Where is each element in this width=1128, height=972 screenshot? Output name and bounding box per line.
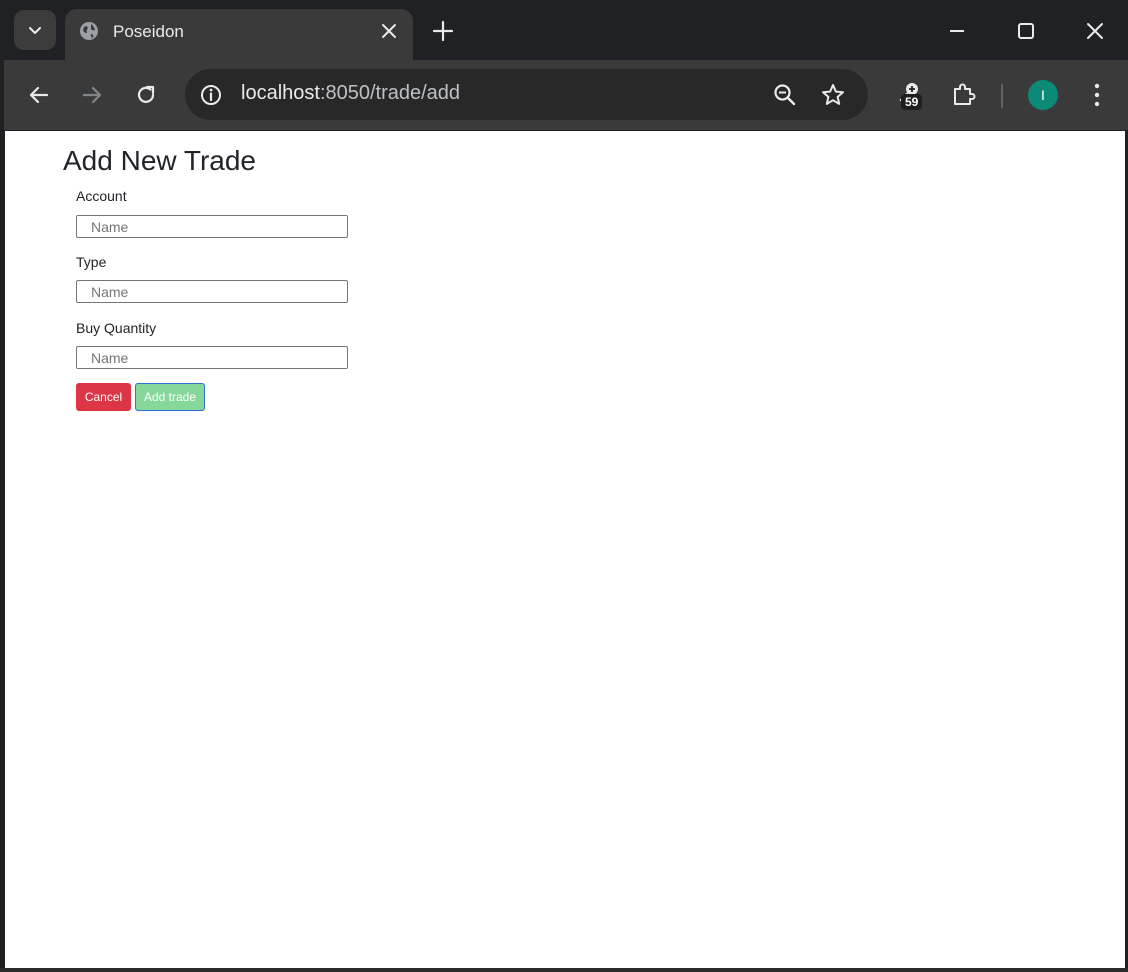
close-icon[interactable] (379, 21, 399, 41)
url-path: :8050/trade/add (319, 82, 461, 104)
tab-search-button[interactable] (14, 10, 56, 50)
buy-quantity-label: Buy Quantity (76, 320, 157, 336)
info-icon[interactable] (197, 81, 225, 109)
extension-badge: 59 (901, 94, 923, 110)
window-bottom-edge (0, 968, 1128, 972)
star-icon[interactable] (820, 82, 846, 108)
account-label: Account (76, 188, 127, 204)
new-tab-plus-icon[interactable] (430, 18, 456, 44)
close-icon (1087, 23, 1103, 39)
profile-avatar[interactable]: I (1028, 80, 1058, 110)
more-vertical-icon[interactable] (1086, 80, 1108, 110)
back-button[interactable] (24, 80, 54, 110)
arrow-right-icon (82, 86, 102, 104)
tab-strip: Poseidon (0, 0, 1128, 60)
puzzle-piece-icon[interactable] (949, 80, 979, 110)
url-text: localhost:8050/trade/add (241, 82, 460, 105)
arrow-left-icon (29, 86, 49, 104)
minimize-icon (950, 30, 964, 32)
tab-title: Poseidon (113, 22, 184, 41)
type-label: Type (76, 254, 107, 270)
maximize-button[interactable] (1009, 14, 1043, 48)
address-bar[interactable]: localhost:8050/trade/add (185, 69, 868, 120)
minimize-button[interactable] (940, 14, 974, 48)
zoom-out-icon[interactable] (772, 82, 798, 108)
globe-icon (80, 22, 98, 40)
toolbar-divider (1001, 84, 1003, 108)
reload-button[interactable] (131, 80, 161, 110)
browser-toolbar: localhost:8050/trade/add (4, 60, 1128, 130)
url-host: localhost (241, 82, 320, 104)
buy-quantity-input[interactable] (76, 346, 348, 369)
type-input[interactable] (76, 280, 348, 303)
account-input[interactable] (76, 215, 348, 238)
active-tab[interactable]: Poseidon (65, 9, 413, 60)
add-trade-button[interactable]: Add trade (135, 383, 205, 411)
reload-icon (137, 85, 155, 103)
cancel-button[interactable]: Cancel (76, 383, 131, 411)
close-window-button[interactable] (1078, 14, 1112, 48)
maximize-icon (1018, 23, 1034, 39)
forward-button[interactable] (77, 80, 107, 110)
page-title: Add New Trade (63, 145, 256, 176)
chevron-down-icon (29, 27, 41, 34)
browser-window: Poseidon localhost:8050/trade/add 59 I A… (0, 0, 1128, 972)
page-viewport: Add New Trade Account Type Buy Quantity … (5, 131, 1125, 969)
